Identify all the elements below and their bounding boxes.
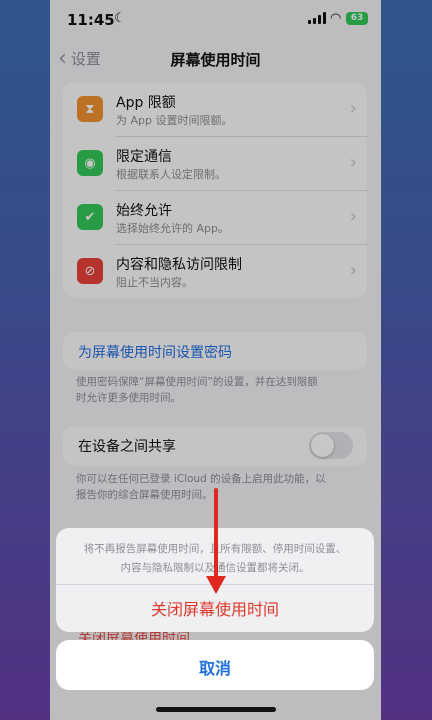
annotation-arrow-icon	[206, 488, 226, 594]
